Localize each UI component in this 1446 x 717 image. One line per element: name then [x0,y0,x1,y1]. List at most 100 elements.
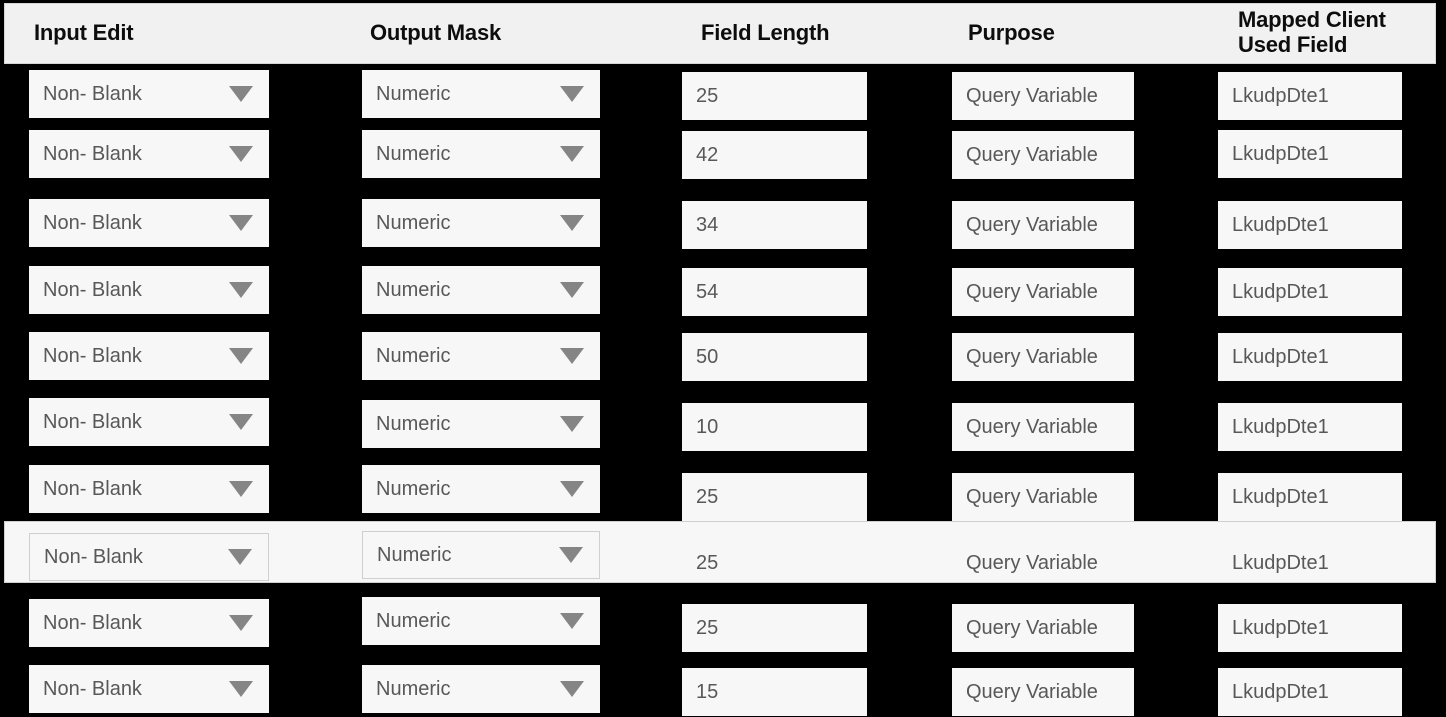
cell-purpose[interactable]: Query Variable [952,473,1134,521]
chevron-down-icon[interactable] [229,681,253,697]
cell-purpose[interactable]: Query Variable [952,131,1134,179]
dropdown-input-edit-value: Non- Blank [44,545,143,568]
chevron-down-icon[interactable] [559,547,583,563]
dropdown-output-mask-value: Numeric [376,477,451,500]
cell-field-length-value: 25 [696,551,719,574]
cell-field-length[interactable]: 10 [682,403,867,451]
dropdown-output-mask[interactable]: Numeric [362,597,600,645]
dropdown-input-edit[interactable]: Non- Blank [29,130,269,178]
chevron-down-icon[interactable] [560,613,584,629]
cell-field-length-value: 34 [696,213,719,236]
chevron-down-icon[interactable] [229,282,253,298]
cell-mapped-field-value: LkudpDte1 [1232,84,1329,107]
dropdown-input-edit[interactable]: Non- Blank [29,599,269,647]
cell-purpose-value: Query Variable [966,345,1098,368]
cell-purpose[interactable]: Query Variable [952,604,1134,652]
cell-field-length-value: 42 [696,143,719,166]
dropdown-output-mask[interactable]: Numeric [362,70,600,118]
cell-mapped-field[interactable]: LkudpDte1 [1218,268,1402,316]
cell-field-length[interactable]: 15 [682,668,867,716]
dropdown-input-edit-value: Non- Blank [43,477,142,500]
chevron-down-icon[interactable] [560,215,584,231]
cell-purpose[interactable]: Query Variable [952,403,1134,451]
dropdown-output-mask[interactable]: Numeric [362,665,600,713]
chevron-down-icon[interactable] [229,615,253,631]
cell-field-length[interactable]: 54 [682,268,867,316]
dropdown-output-mask[interactable]: Numeric [362,199,600,247]
cell-purpose-value: Query Variable [966,616,1098,639]
dropdown-output-mask-value: Numeric [376,142,451,165]
column-header-input-edit: Input Edit [34,4,294,63]
column-header-field-length: Field Length [701,4,921,63]
cell-purpose-value: Query Variable [966,280,1098,303]
cell-field-length-value: 15 [696,680,719,703]
cell-purpose-value: Query Variable [966,84,1098,107]
dropdown-output-mask[interactable]: Numeric [362,130,600,178]
dropdown-output-mask-value: Numeric [376,344,451,367]
chevron-down-icon[interactable] [560,282,584,298]
column-header-output-mask-label: Output Mask [370,20,502,46]
chevron-down-icon[interactable] [229,215,253,231]
dropdown-input-edit[interactable]: Non- Blank [29,465,269,513]
chevron-down-icon[interactable] [229,86,253,102]
dropdown-input-edit[interactable]: Non- Blank [29,70,269,118]
dropdown-input-edit-value: Non- Blank [43,142,142,165]
cell-field-length[interactable]: 50 [682,333,867,381]
dropdown-output-mask[interactable]: Numeric [362,400,600,448]
chevron-down-icon[interactable] [560,146,584,162]
dropdown-input-edit[interactable]: Non- Blank [29,332,269,380]
dropdown-input-edit-value: Non- Blank [43,410,142,433]
cell-field-length[interactable]: 25 [682,604,867,652]
dropdown-output-mask[interactable]: Numeric [362,332,600,380]
cell-mapped-field[interactable]: LkudpDte1 [1218,668,1402,716]
cell-mapped-field[interactable]: LkudpDte1 [1218,473,1402,521]
cell-field-length-value: 25 [696,84,719,107]
dropdown-input-edit[interactable]: Non- Blank [29,665,269,713]
cell-mapped-field-value: LkudpDte1 [1232,485,1329,508]
cell-purpose[interactable]: Query Variable [952,201,1134,249]
chevron-down-icon[interactable] [560,86,584,102]
cell-field-length-value: 54 [696,280,719,303]
dropdown-output-mask-value: Numeric [376,278,451,301]
cell-mapped-field[interactable]: LkudpDte1 [1218,201,1402,249]
cell-mapped-field[interactable]: LkudpDte1 [1218,333,1402,381]
chevron-down-icon[interactable] [560,348,584,364]
dropdown-output-mask-value: Numeric [377,543,452,566]
cell-field-length[interactable]: 25 [682,473,867,521]
cell-field-length[interactable]: 25 [682,72,867,120]
dropdown-output-mask[interactable]: Numeric [362,531,600,579]
cell-mapped-field-value: LkudpDte1 [1232,551,1329,574]
dropdown-output-mask-value: Numeric [376,412,451,435]
chevron-down-icon[interactable] [560,481,584,497]
dropdown-input-edit[interactable]: Non- Blank [29,533,269,581]
chevron-down-icon[interactable] [229,348,253,364]
cell-field-length[interactable]: 25 [682,539,867,587]
chevron-down-icon[interactable] [560,681,584,697]
cell-purpose[interactable]: Query Variable [952,668,1134,716]
cell-purpose-value: Query Variable [966,143,1098,166]
cell-mapped-field[interactable]: LkudpDte1 [1218,130,1402,178]
chevron-down-icon[interactable] [228,549,252,565]
dropdown-input-edit[interactable]: Non- Blank [29,398,269,446]
chevron-down-icon[interactable] [229,481,253,497]
cell-mapped-field-value: LkudpDte1 [1232,415,1329,438]
column-header-input-edit-label: Input Edit [34,20,134,46]
cell-purpose[interactable]: Query Variable [952,333,1134,381]
dropdown-output-mask[interactable]: Numeric [362,266,600,314]
cell-mapped-field-value: LkudpDte1 [1232,280,1329,303]
cell-mapped-field[interactable]: LkudpDte1 [1218,539,1402,587]
cell-mapped-field[interactable]: LkudpDte1 [1218,403,1402,451]
dropdown-output-mask[interactable]: Numeric [362,465,600,513]
chevron-down-icon[interactable] [229,146,253,162]
cell-mapped-field[interactable]: LkudpDte1 [1218,72,1402,120]
dropdown-input-edit[interactable]: Non- Blank [29,266,269,314]
dropdown-input-edit[interactable]: Non- Blank [29,199,269,247]
cell-field-length[interactable]: 34 [682,201,867,249]
chevron-down-icon[interactable] [560,416,584,432]
cell-purpose[interactable]: Query Variable [952,72,1134,120]
chevron-down-icon[interactable] [229,414,253,430]
cell-purpose[interactable]: Query Variable [952,539,1134,587]
cell-mapped-field[interactable]: LkudpDte1 [1218,604,1402,652]
cell-field-length[interactable]: 42 [682,131,867,179]
cell-purpose[interactable]: Query Variable [952,268,1134,316]
